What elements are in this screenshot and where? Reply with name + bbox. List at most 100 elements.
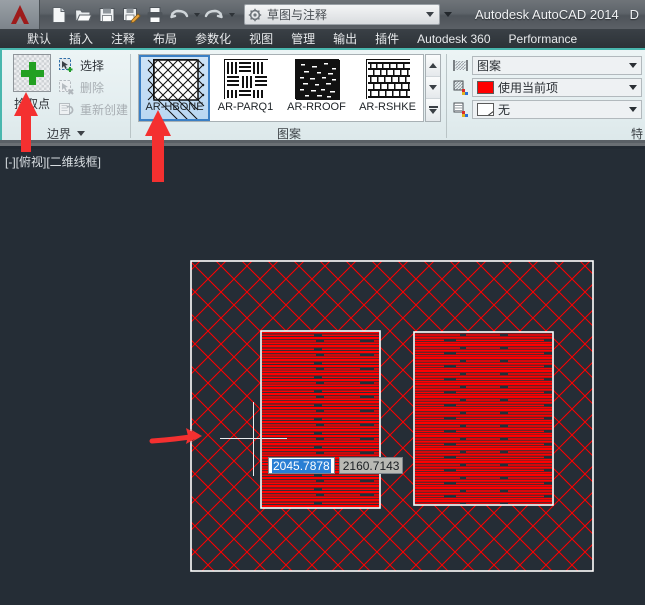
undo-icon[interactable] bbox=[168, 4, 190, 26]
coordinate-x-input[interactable]: 2045.7878 bbox=[268, 457, 335, 474]
coordinate-y-value: 2160.7143 bbox=[343, 459, 400, 473]
dynamic-input[interactable]: 2045.7878 2160.7143 bbox=[268, 457, 403, 474]
panel-boundary: 拾取点 选择 bbox=[0, 50, 130, 143]
hatch-color-swatch bbox=[477, 81, 494, 94]
pattern-ar-parq1[interactable]: AR-PARQ1 bbox=[210, 55, 281, 121]
gear-icon bbox=[247, 7, 263, 23]
crosshair-vertical bbox=[253, 402, 254, 476]
remove-objects-icon bbox=[58, 79, 75, 96]
hatch-type-value: 图案 bbox=[477, 57, 501, 74]
hatch-type-row: 图案 bbox=[452, 55, 642, 76]
pick-points-label: 拾取点 bbox=[10, 95, 54, 112]
save-icon[interactable] bbox=[96, 4, 118, 26]
tab-performance[interactable]: Performance bbox=[500, 28, 587, 49]
tab-addins[interactable]: 插件 bbox=[366, 28, 408, 49]
tab-view[interactable]: 视图 bbox=[240, 28, 282, 49]
pattern-gallery: AR-HBONE bbox=[138, 54, 424, 122]
hatch-background-value: 无 bbox=[498, 101, 510, 118]
remove-boundary-label: 删除 bbox=[80, 79, 104, 96]
select-boundary-label: 选择 bbox=[80, 57, 104, 74]
select-objects-icon bbox=[58, 57, 75, 74]
hatch-background-combobox[interactable]: 无 bbox=[472, 100, 642, 119]
boundary-small-buttons: 选择 删除 bbox=[58, 54, 128, 120]
gallery-scroll-down-button[interactable] bbox=[426, 77, 440, 99]
workspace-combobox[interactable]: 草图与注释 bbox=[244, 4, 440, 25]
hatch-type-icon bbox=[452, 57, 469, 74]
tab-annotate[interactable]: 注释 bbox=[102, 28, 144, 49]
autocad-window: 草图与注释 Autodesk AutoCAD 2014 D 默认 插入 注释 布… bbox=[0, 0, 645, 605]
pattern-swatch-ar-rshke bbox=[366, 59, 410, 99]
undo-dropdown-arrow[interactable] bbox=[192, 4, 201, 26]
pattern-swatch-ar-parq1 bbox=[224, 59, 268, 99]
application-menu-button[interactable] bbox=[0, 0, 40, 29]
pick-points-icon bbox=[13, 54, 51, 92]
hatch-background-row: 无 bbox=[452, 99, 642, 120]
app-title-cutoff: D bbox=[630, 7, 639, 22]
panel-properties-title-text: 特 bbox=[631, 125, 643, 142]
panel-pattern-title-text: 图案 bbox=[277, 125, 301, 142]
plot-icon[interactable] bbox=[144, 4, 166, 26]
gallery-scroll-up-button[interactable] bbox=[426, 55, 440, 77]
hatch-color-value: 使用当前项 bbox=[498, 79, 558, 96]
pattern-name-ar-hbone: AR-HBONE bbox=[145, 101, 203, 113]
chevron-down-icon[interactable] bbox=[426, 12, 434, 17]
tab-manage[interactable]: 管理 bbox=[282, 28, 324, 49]
panel-boundary-title: 边界 bbox=[2, 124, 130, 143]
tab-layout[interactable]: 布局 bbox=[144, 28, 186, 49]
qat-customize-icon[interactable] bbox=[442, 12, 454, 17]
hatch-color-combobox[interactable]: 使用当前项 bbox=[472, 78, 642, 97]
tab-output[interactable]: 输出 bbox=[324, 28, 366, 49]
panel-pattern-title: 图案 bbox=[132, 124, 446, 143]
drawing-canvas[interactable]: [-][俯视][二维线框] bbox=[0, 149, 645, 605]
pattern-ar-hbone[interactable]: AR-HBONE bbox=[139, 55, 210, 121]
select-boundary-button[interactable]: 选择 bbox=[58, 54, 128, 76]
panel-properties: 图案 bbox=[448, 50, 645, 143]
workspace-label: 草图与注释 bbox=[267, 6, 422, 23]
recreate-boundary-button[interactable]: 重新创建 bbox=[58, 98, 128, 120]
chevron-down-icon[interactable] bbox=[629, 85, 637, 90]
hatch-background-icon bbox=[452, 101, 469, 118]
tab-insert[interactable]: 插入 bbox=[60, 28, 102, 49]
panel-boundary-title-text: 边界 bbox=[47, 125, 71, 142]
panel-expand-chevron-icon[interactable] bbox=[77, 131, 85, 136]
open-file-icon[interactable] bbox=[72, 4, 94, 26]
quick-access-toolbar: 草图与注释 bbox=[40, 4, 454, 26]
pattern-swatch-ar-rroof bbox=[295, 59, 339, 99]
panel-pattern: AR-HBONE bbox=[132, 50, 446, 143]
chevron-down-icon[interactable] bbox=[629, 63, 637, 68]
new-file-icon[interactable] bbox=[48, 4, 70, 26]
chevron-down-icon[interactable] bbox=[629, 107, 637, 112]
save-as-icon[interactable] bbox=[120, 4, 142, 26]
app-title: Autodesk AutoCAD 2014 D bbox=[475, 7, 645, 22]
crosshair-horizontal bbox=[220, 438, 287, 439]
redo-dropdown-arrow[interactable] bbox=[227, 4, 236, 26]
tab-default[interactable]: 默认 bbox=[18, 28, 60, 49]
tab-parametric[interactable]: 参数化 bbox=[186, 28, 240, 49]
ribbon-tab-bar: 默认 插入 注释 布局 参数化 视图 管理 输出 插件 Autodesk 360… bbox=[0, 29, 645, 50]
pattern-name-ar-parq1: AR-PARQ1 bbox=[218, 101, 273, 113]
hatch-color-row: 使用当前项 bbox=[452, 77, 642, 98]
pattern-swatch-ar-hbone bbox=[153, 59, 197, 99]
coordinate-y-input[interactable]: 2160.7143 bbox=[339, 457, 404, 474]
pick-points-button[interactable]: 拾取点 bbox=[10, 54, 54, 112]
remove-boundary-button[interactable]: 删除 bbox=[58, 76, 128, 98]
panel-separator-2 bbox=[446, 54, 447, 138]
recreate-boundary-icon bbox=[58, 101, 75, 118]
pattern-ar-rroof[interactable]: AR-RROOF bbox=[281, 55, 352, 121]
hatch-color-icon bbox=[452, 79, 469, 96]
recreate-boundary-label: 重新创建 bbox=[80, 101, 128, 118]
hatch-type-combobox[interactable]: 图案 bbox=[472, 56, 642, 75]
panel-properties-title: 特 bbox=[448, 124, 645, 143]
panel-separator-1 bbox=[130, 54, 131, 138]
hatched-region bbox=[191, 261, 593, 571]
tab-autodesk-360[interactable]: Autodesk 360 bbox=[408, 28, 499, 49]
pattern-gallery-scrollbar[interactable] bbox=[425, 54, 441, 122]
redo-icon[interactable] bbox=[203, 4, 225, 26]
drawing-content bbox=[0, 149, 645, 605]
pattern-name-ar-rroof: AR-RROOF bbox=[287, 101, 346, 113]
pattern-ar-rshke[interactable]: AR-RSHKE bbox=[352, 55, 423, 121]
gallery-expand-button[interactable] bbox=[426, 99, 440, 121]
pattern-name-ar-rshke: AR-RSHKE bbox=[359, 101, 416, 113]
ribbon: 拾取点 选择 bbox=[0, 50, 645, 146]
title-bar: 草图与注释 Autodesk AutoCAD 2014 D bbox=[0, 0, 645, 29]
